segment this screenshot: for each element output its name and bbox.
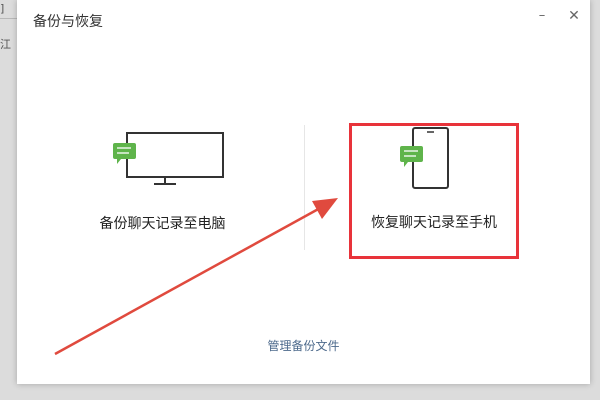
annotation-arrow (54, 198, 338, 356)
